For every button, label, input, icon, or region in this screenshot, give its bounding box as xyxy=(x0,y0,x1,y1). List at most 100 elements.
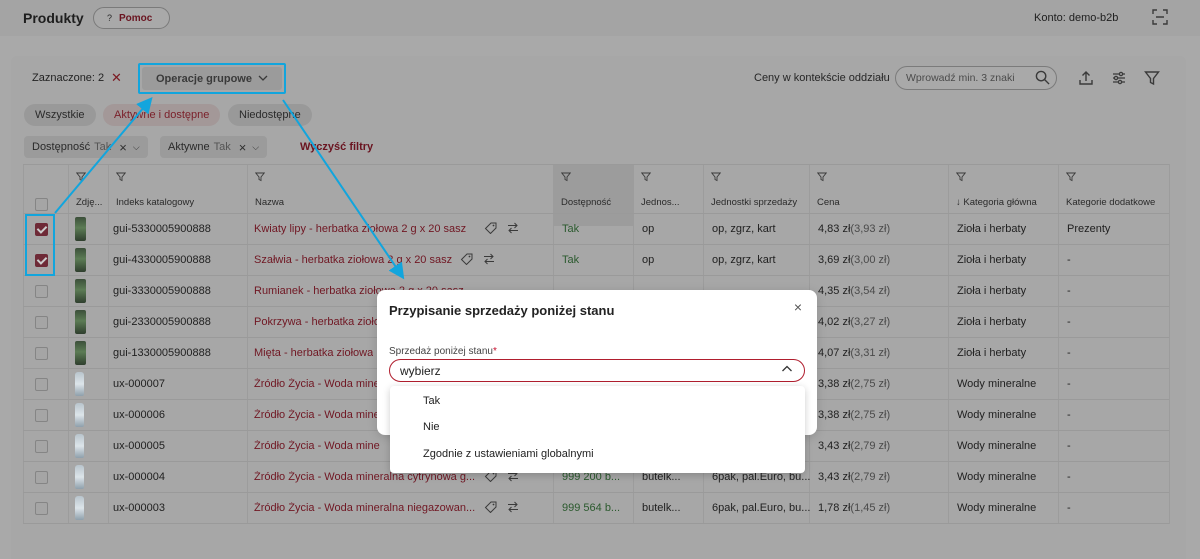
dropdown-option-global[interactable]: Zgodnie z ustawieniami globalnymi xyxy=(423,448,594,460)
row-checkbox[interactable] xyxy=(35,346,48,360)
search-input[interactable]: Wprowadź min. 3 znaki xyxy=(895,66,1057,90)
row-checkbox[interactable] xyxy=(35,439,48,453)
checkbox-cell[interactable] xyxy=(35,276,55,306)
product-name-link[interactable]: Źródło Życia - Woda mine xyxy=(254,440,380,452)
help-button[interactable]: ? Pomoc xyxy=(93,7,170,29)
settings-sliders-icon[interactable] xyxy=(1111,70,1127,86)
column-filter-icon[interactable] xyxy=(76,172,86,182)
product-name-link[interactable]: Źródło Życia - Woda mineralna niegazowan… xyxy=(254,502,476,514)
help-icon: ? xyxy=(107,13,113,23)
column-header[interactable]: Dostępność xyxy=(561,195,631,209)
select-all-checkbox[interactable] xyxy=(35,197,48,211)
group-operations-button[interactable]: Operacje grupowe xyxy=(142,67,282,90)
row-checkbox[interactable] xyxy=(35,408,48,422)
quick-filter-unavailable[interactable]: Niedostępne xyxy=(228,104,312,126)
image-cell xyxy=(75,245,103,275)
dropdown-option-no[interactable]: Nie xyxy=(423,421,440,433)
remove-filter-icon[interactable]: × xyxy=(119,140,127,155)
extra-category-cell: - xyxy=(1067,316,1071,328)
column-header[interactable]: Cena xyxy=(817,195,946,209)
dropdown-option-yes[interactable]: Tak xyxy=(423,395,440,407)
checkbox-cell[interactable] xyxy=(35,400,55,430)
account-label: Konto: demo-b2b xyxy=(1034,12,1119,24)
checkbox-cell[interactable] xyxy=(35,369,55,399)
name-cell[interactable]: Szałwia - herbatka ziołowa 2 g x 20 sasz xyxy=(254,245,554,275)
category-cell: Wody mineralne xyxy=(957,409,1037,421)
column-header[interactable]: ↓ Kategoria główna xyxy=(956,195,1056,209)
name-cell[interactable]: Kwiaty lipy - herbatka ziołowa 2 g x 20 … xyxy=(254,214,554,244)
column-header[interactable]: Jednostki sprzedaży xyxy=(711,195,807,209)
image-cell xyxy=(75,493,103,523)
product-name-link[interactable]: Źródło Życia - Woda mine xyxy=(254,378,380,390)
fullscreen-icon[interactable] xyxy=(1152,9,1168,25)
filter-chip-active[interactable]: Aktywne Tak × ⌵ xyxy=(160,136,268,158)
remove-filter-icon[interactable]: × xyxy=(239,140,247,155)
extra-category-cell: - xyxy=(1067,254,1071,266)
search-icon[interactable] xyxy=(1035,70,1050,85)
product-name-link[interactable]: Mięta - herbatka ziołowa xyxy=(254,347,373,359)
quick-filter-all[interactable]: Wszystkie xyxy=(24,104,96,126)
checkbox-cell[interactable] xyxy=(35,493,55,523)
column-header[interactable]: Indeks katalogowy xyxy=(116,195,245,209)
product-thumbnail xyxy=(75,248,86,272)
price-cell: 4,35 zł (3,54 zł) xyxy=(818,285,891,297)
product-thumbnail xyxy=(75,496,84,520)
product-name-link[interactable]: Źródło Życia - Woda mine xyxy=(254,409,380,421)
filter-chip-value: Tak xyxy=(213,141,231,153)
transfer-icon[interactable] xyxy=(482,253,496,265)
column-header[interactable]: Jednos... xyxy=(641,195,701,209)
name-cell[interactable]: Źródło Życia - Woda mineralna niegazowan… xyxy=(254,493,554,523)
tag-icon[interactable] xyxy=(460,253,474,265)
column-filter-icon[interactable] xyxy=(956,172,966,182)
field-label: Sprzedaż poniżej stanu* xyxy=(389,346,497,357)
product-thumbnail xyxy=(75,465,84,489)
product-name-link[interactable]: Szałwia - herbatka ziołowa 2 g x 20 sasz xyxy=(254,254,452,266)
row-checkbox[interactable] xyxy=(35,377,48,391)
row-checkbox[interactable] xyxy=(35,501,48,515)
image-cell xyxy=(75,369,103,399)
clear-filters-link[interactable]: Wyczyść filtry xyxy=(300,141,373,153)
checkbox-cell[interactable] xyxy=(35,307,55,337)
column-filter-icon[interactable] xyxy=(1066,172,1076,182)
checkbox-cell[interactable] xyxy=(35,338,55,368)
group-operations-highlight: Operacje grupowe xyxy=(138,63,286,94)
column-filter-icon[interactable] xyxy=(711,172,721,182)
product-name-link[interactable]: Pokrzywa - herbatka ziołowa xyxy=(254,316,394,328)
column-header[interactable]: Kategorie dodatkowe xyxy=(1066,195,1167,209)
column-filter-icon[interactable] xyxy=(641,172,651,182)
image-cell xyxy=(75,214,103,244)
filter-icon[interactable] xyxy=(1144,70,1160,86)
column-filter-icon[interactable] xyxy=(116,172,126,182)
clear-selection-icon[interactable]: ✕ xyxy=(111,70,122,86)
quick-filter-active-available[interactable]: Aktywne i dostępne xyxy=(103,104,221,126)
tag-icon[interactable] xyxy=(484,222,498,234)
checkbox-cell[interactable] xyxy=(35,462,55,492)
export-icon[interactable] xyxy=(1078,70,1094,86)
column-filter-icon[interactable] xyxy=(561,172,571,182)
column-filter-icon[interactable] xyxy=(817,172,827,182)
column-filter-icon[interactable] xyxy=(255,172,265,182)
checkbox-cell[interactable] xyxy=(35,431,55,461)
table-row[interactable]: ux-000003 Źródło Życia - Woda mineralna n… xyxy=(23,493,1169,524)
chevron-down-icon[interactable]: ⌵ xyxy=(133,142,140,153)
product-name-link[interactable]: Kwiaty lipy - herbatka ziołowa 2 g x 20 … xyxy=(254,223,476,235)
image-cell xyxy=(75,338,103,368)
extra-category-cell: - xyxy=(1067,285,1071,297)
tag-icon[interactable] xyxy=(484,501,498,513)
row-checkbox[interactable] xyxy=(35,470,48,484)
category-cell: Zioła i herbaty xyxy=(957,347,1027,359)
below-stock-select[interactable]: wybierz xyxy=(389,359,805,382)
close-icon[interactable]: × xyxy=(794,299,802,315)
row-checkbox[interactable] xyxy=(35,284,48,298)
transfer-icon[interactable] xyxy=(506,222,520,234)
chevron-down-icon[interactable]: ⌵ xyxy=(252,142,259,153)
product-thumbnail xyxy=(75,279,86,303)
table-row[interactable]: gui-4330005900888 Szałwia - herbatka zioł… xyxy=(23,245,1169,276)
row-checkbox[interactable] xyxy=(35,315,48,329)
column-header[interactable]: Nazwa xyxy=(255,195,551,209)
transfer-icon[interactable] xyxy=(506,501,520,513)
column-header[interactable]: Zdję... xyxy=(76,195,106,209)
table-row[interactable]: gui-5330005900888 Kwiaty lipy - herbatka … xyxy=(23,214,1169,245)
image-cell xyxy=(75,431,103,461)
filter-chip-availability[interactable]: Dostępność Tak × ⌵ xyxy=(24,136,148,158)
